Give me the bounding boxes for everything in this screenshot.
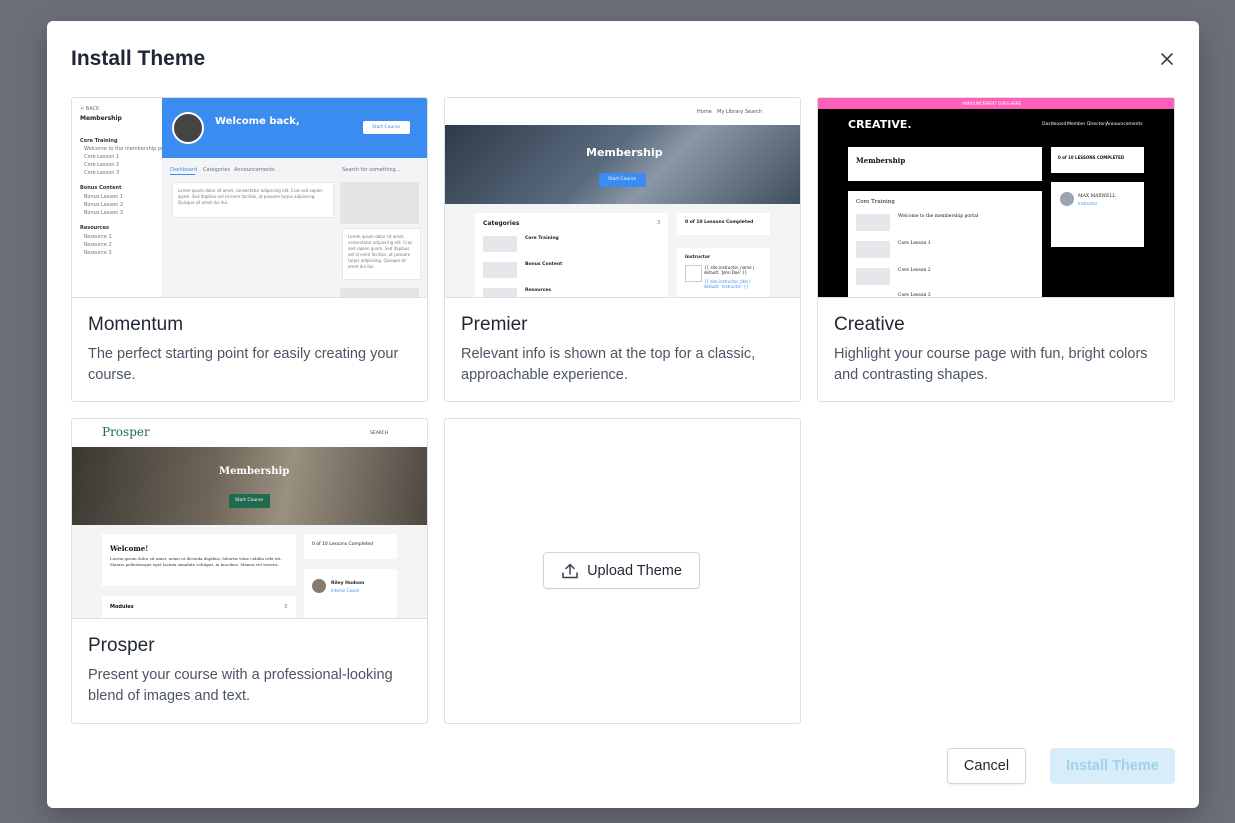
preview-title: Membership xyxy=(856,156,906,165)
preview-instructor: MAX MAXWELL xyxy=(1078,194,1116,199)
preview-nav: Home xyxy=(697,109,712,115)
preview-lorem: Lorem ipsum dolor sit amet, consectetur … xyxy=(178,188,323,205)
prosper-preview: Prosper SEARCH Membership Start Course W… xyxy=(72,419,427,619)
preview-item: Resource 2 xyxy=(84,242,112,248)
preview-search: SEARCH xyxy=(370,431,389,436)
preview-lesson: Core Lesson 3 xyxy=(898,293,931,298)
preview-tab: Announcements xyxy=(234,167,275,173)
preview-item: Resource 1 xyxy=(84,234,112,240)
preview-item: Resource 3 xyxy=(84,250,112,256)
preview-progress: 0 of 10 Lessons Completed xyxy=(685,220,754,225)
preview-banner: ANNOUNCEMENT GOES HERE xyxy=(962,101,1022,106)
preview-categories: Categories xyxy=(483,220,520,227)
preview-nav: Dashboard xyxy=(1042,122,1067,127)
preview-instructor-role: Instructor xyxy=(1078,201,1098,206)
preview-instructor: Instructor xyxy=(685,255,711,260)
preview-item: Bonus Lesson 2 xyxy=(84,202,124,208)
preview-item: Bonus Content xyxy=(525,262,563,267)
preview-welcome: Welcome back, xyxy=(215,116,300,127)
theme-name: Momentum xyxy=(88,314,184,335)
theme-card-prosper[interactable]: Prosper SEARCH Membership Start Course W… xyxy=(71,418,428,724)
preview-logo: Prosper xyxy=(102,425,150,439)
preview-lorem: Lorem ipsum dolor sit amet, consectetur … xyxy=(348,234,413,269)
preview-item: Core Lesson 1 xyxy=(84,154,120,160)
upload-theme-card: Upload Theme xyxy=(444,418,801,724)
preview-button: Start Course xyxy=(372,125,401,130)
preview-progress: 0 of 10 LESSONS COMPLETED xyxy=(1058,155,1125,160)
preview-title: Membership xyxy=(80,115,122,122)
preview-search: Search for something... xyxy=(342,167,401,173)
install-theme-button[interactable]: Install Theme xyxy=(1050,748,1175,784)
preview-modules: Modules xyxy=(110,604,134,610)
cancel-button[interactable]: Cancel xyxy=(947,748,1026,784)
theme-card-momentum[interactable]: < BACK Membership Core Training Welcome … xyxy=(71,97,428,402)
theme-description: Relevant info is shown at the top for a … xyxy=(461,346,756,383)
momentum-preview: < BACK Membership Core Training Welcome … xyxy=(72,98,427,298)
preview-count: 3 xyxy=(657,220,661,226)
preview-nav: Search xyxy=(745,109,763,115)
preview-tab: Categories xyxy=(203,167,230,173)
theme-name: Premier xyxy=(461,314,528,335)
theme-card-creative[interactable]: ANNOUNCEMENT GOES HERE CREATIVE. Dashboa… xyxy=(817,97,1175,402)
theme-description: Highlight your course page with fun, bri… xyxy=(834,346,1148,383)
upload-theme-button[interactable]: Upload Theme xyxy=(543,552,700,589)
preview-lesson: Core Lesson 1 xyxy=(898,241,931,246)
preview-title: Membership xyxy=(219,466,290,477)
upload-theme-label: Upload Theme xyxy=(587,562,682,579)
preview-instructor-link: {{ site.instructor_title | default: 'Ins… xyxy=(704,279,751,289)
preview-tab: Dashboard xyxy=(170,167,198,173)
preview-instructor: Riley Hudson xyxy=(331,581,365,586)
premier-preview: Home My Library Search Membership Start … xyxy=(445,98,800,298)
preview-nav: Announcements xyxy=(1106,122,1143,127)
preview-item: Bonus Lesson 1 xyxy=(84,194,124,200)
upload-icon xyxy=(561,562,579,580)
preview-button: Start Course xyxy=(608,177,637,182)
close-icon[interactable] xyxy=(1157,49,1177,69)
theme-card-premier[interactable]: Home My Library Search Membership Start … xyxy=(444,97,801,402)
preview-item: Core Training xyxy=(525,236,559,241)
theme-name: Prosper xyxy=(88,635,155,656)
theme-name: Creative xyxy=(834,314,905,335)
theme-description: Present your course with a professional-… xyxy=(88,667,393,704)
preview-instructor-role: Interior Coach xyxy=(331,588,360,593)
preview-item: Bonus Lesson 3 xyxy=(84,210,124,216)
preview-section: Core Training xyxy=(80,138,118,144)
avatar xyxy=(172,112,204,144)
creative-preview: ANNOUNCEMENT GOES HERE CREATIVE. Dashboa… xyxy=(818,98,1174,298)
preview-instructor-name: {{ site.instructor_name | default: 'John… xyxy=(704,265,755,275)
modal-title: Install Theme xyxy=(71,47,206,70)
preview-item: Core Lesson 2 xyxy=(84,162,120,168)
theme-description: The perfect starting point for easily cr… xyxy=(88,346,399,383)
preview-item: Resources xyxy=(525,288,552,293)
preview-welcome: Welcome! xyxy=(110,544,149,553)
preview-section: Resources xyxy=(80,225,110,231)
preview-section: Bonus Content xyxy=(80,185,122,191)
preview-nav: Member Directory xyxy=(1067,122,1108,127)
install-theme-modal: Install Theme < BACK Membership Core Tra… xyxy=(47,21,1199,808)
preview-lorem: Lorem ipsum dolor sit amet, nemo ut dice… xyxy=(110,556,282,567)
preview-item: Welcome to the membership portal xyxy=(84,146,173,152)
preview-progress: 0 of 10 Lessons Completed xyxy=(312,542,374,547)
preview-logo: CREATIVE. xyxy=(848,118,912,131)
preview-count: 3 xyxy=(284,604,288,610)
preview-lesson: Core Lesson 2 xyxy=(898,268,931,273)
preview-back: < BACK xyxy=(80,106,100,112)
preview-title: Membership xyxy=(586,146,663,159)
preview-lesson: Welcome to the membership portal xyxy=(898,214,979,219)
preview-nav: My Library xyxy=(717,109,744,115)
preview-section: Core Training xyxy=(856,199,895,205)
avatar xyxy=(1060,192,1074,206)
avatar xyxy=(312,579,326,593)
preview-button: Start Course xyxy=(235,498,264,503)
preview-item: Core Lesson 3 xyxy=(84,170,120,176)
